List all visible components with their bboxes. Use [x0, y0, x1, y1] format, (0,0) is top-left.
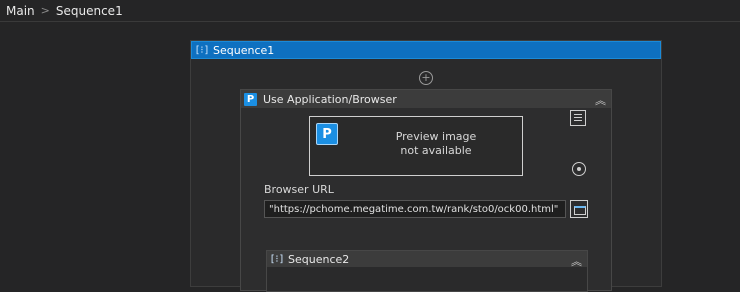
activity-p-icon: P: [244, 92, 257, 106]
indicate-target-icon[interactable]: [572, 162, 586, 176]
sequence2-container[interactable]: [⁝] Sequence2 ︽: [266, 250, 588, 292]
window-icon: [574, 206, 586, 215]
breadcrumb-sequence1[interactable]: Sequence1: [56, 4, 123, 18]
sequence2-title: Sequence2: [288, 252, 350, 266]
breadcrumb-separator: >: [40, 4, 50, 17]
sequence1-header[interactable]: [⁝] Sequence1: [191, 41, 661, 59]
url-browse-button[interactable]: [570, 200, 588, 218]
activity-title: Use Application/Browser: [263, 92, 397, 106]
sequence-icon: [⁝]: [194, 44, 210, 56]
sequence1-title: Sequence1: [213, 43, 275, 57]
preview-image-box: P Preview image not available: [309, 116, 523, 176]
browser-url-input[interactable]: [264, 200, 566, 218]
use-application-browser-header[interactable]: P Use Application/Browser ︽: [241, 90, 611, 108]
browser-url-label: Browser URL: [264, 183, 334, 196]
breadcrumb: Main > Sequence1: [0, 0, 740, 22]
preview-placeholder-text: Preview image not available: [395, 130, 477, 157]
options-menu-icon[interactable]: [570, 110, 586, 126]
sequence-icon: [⁝]: [269, 253, 285, 265]
use-application-browser-activity[interactable]: P Use Application/Browser ︽ P Preview im…: [240, 89, 612, 292]
collapse-chevron-icon[interactable]: ︽: [571, 253, 582, 269]
add-activity-icon[interactable]: +: [419, 71, 433, 85]
collapse-chevron-icon[interactable]: ︽: [595, 92, 606, 108]
preview-app-icon: P: [316, 123, 338, 145]
breadcrumb-main[interactable]: Main: [0, 4, 35, 18]
sequence1-container[interactable]: [⁝] Sequence1 + P Use Application/Browse…: [190, 40, 662, 292]
sequence2-header[interactable]: [⁝] Sequence2 ︽: [267, 251, 587, 269]
